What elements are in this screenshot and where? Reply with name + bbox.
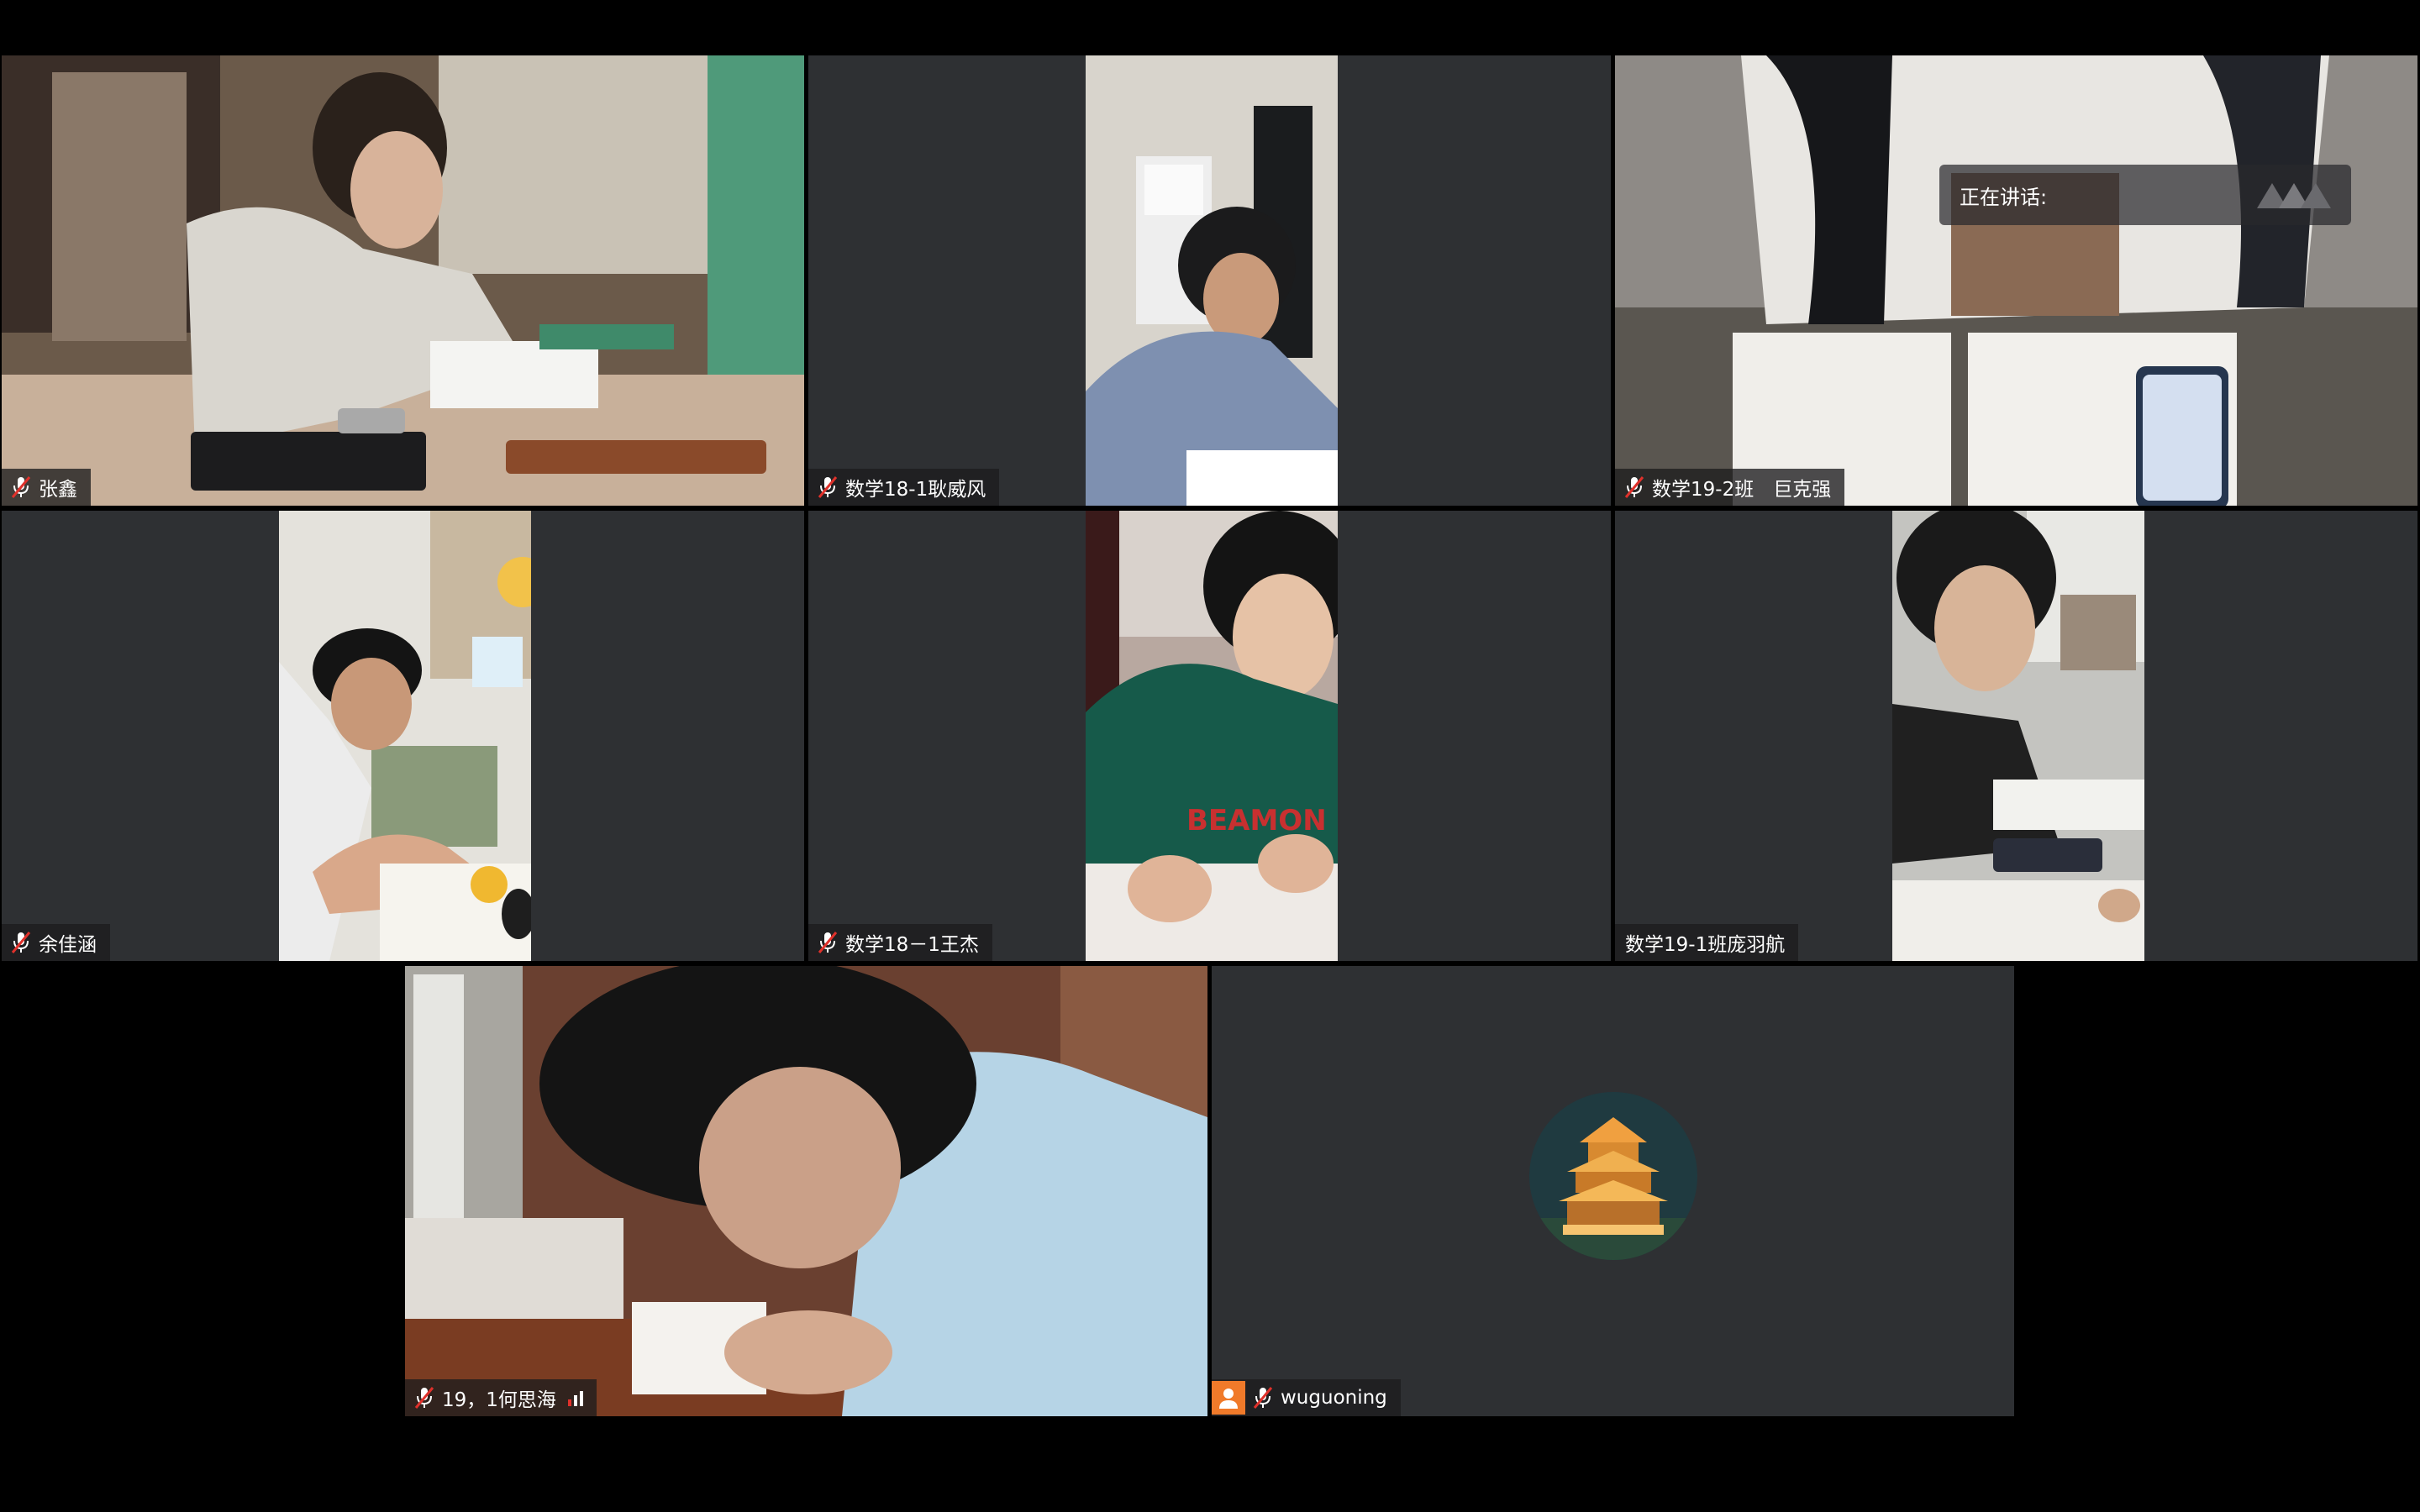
participant-tile[interactable]: 数学18-1耿威风: [808, 55, 1611, 506]
participant-tile[interactable]: 19，1何思海: [405, 966, 1207, 1416]
participant-nameplate: 数学19-1班庞羽航: [1615, 924, 1799, 961]
participant-nameplate: 19，1何思海: [405, 1379, 597, 1416]
participant-tile[interactable]: 张鑫: [2, 55, 804, 506]
mic-muted-icon: [10, 930, 32, 955]
participant-tile[interactable]: 余佳涵: [2, 511, 804, 961]
participant-name: 数学18－1王杰: [845, 934, 979, 956]
participant-name: 数学19-1班庞羽航: [1625, 934, 1786, 956]
participant-name: wuguoning: [1281, 1387, 1387, 1409]
video-feed: [2, 55, 804, 506]
participant-nameplate: 数学19-2班 巨克强: [1615, 469, 1845, 506]
participant-name: 数学18-1耿威风: [845, 479, 986, 501]
participant-nameplate: 余佳涵: [2, 924, 110, 961]
video-feed: [1892, 511, 2144, 961]
participant-name: 张鑫: [39, 479, 77, 501]
participant-name: 19，1何思海: [442, 1389, 556, 1411]
participant-nameplate: wuguoning: [1212, 1379, 1401, 1416]
participant-nameplate: 数学18－1王杰: [808, 924, 992, 961]
app-logo-icon: [2257, 180, 2333, 215]
user-avatar-icon: [1212, 1381, 1245, 1415]
participant-nameplate: 数学18-1耿威风: [808, 469, 1000, 506]
profile-avatar: [1529, 1092, 1697, 1260]
svg-text:BEAMON: BEAMON: [1186, 804, 1327, 837]
participant-tile[interactable]: wuguoning: [1212, 966, 2014, 1416]
speaking-label: 正在讲话:: [1960, 185, 2048, 209]
video-feed: [1086, 55, 1338, 506]
participant-tile[interactable]: 数学19-1班庞羽航: [1615, 511, 2417, 961]
mic-muted-icon: [10, 475, 32, 500]
participant-tile[interactable]: BEAMON 数学18－1王杰: [808, 511, 1611, 961]
signal-strength-icon: [567, 1389, 583, 1406]
participant-name: 数学19-2班 巨克强: [1652, 479, 1832, 501]
mic-muted-icon: [817, 930, 839, 955]
video-feed: BEAMON: [1086, 511, 1338, 961]
participant-tile[interactable]: 数学19-2班 巨克强: [1615, 55, 2417, 506]
mic-muted-icon: [1252, 1385, 1274, 1410]
participant-nameplate: 张鑫: [2, 469, 91, 506]
speaking-indicator: 正在讲话:: [1939, 165, 2351, 225]
video-feed: [279, 511, 531, 961]
mic-muted-icon: [413, 1385, 435, 1410]
video-feed: [405, 966, 1207, 1416]
mic-muted-icon: [817, 475, 839, 500]
mic-muted-icon: [1623, 475, 1645, 500]
video-feed: [1615, 55, 2417, 506]
participant-name: 余佳涵: [39, 934, 97, 956]
